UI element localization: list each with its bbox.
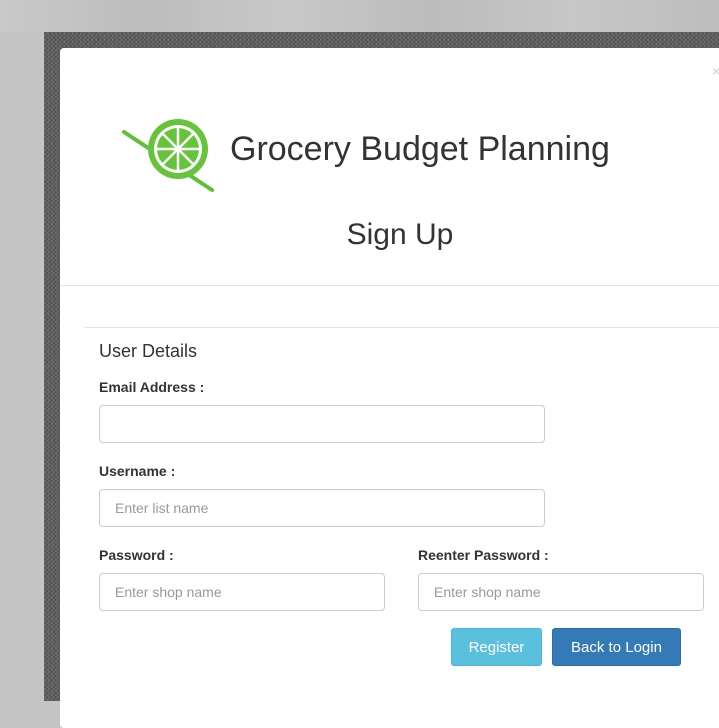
section-divider <box>84 327 719 328</box>
app-title: Grocery Budget Planning <box>230 129 610 168</box>
close-icon[interactable]: × <box>712 64 719 78</box>
password-label: Password : <box>99 547 174 563</box>
lime-slice-icon <box>120 106 216 192</box>
reenter-password-label: Reenter Password : <box>418 547 549 563</box>
register-button[interactable]: Register <box>451 628 542 666</box>
top-background-strip <box>0 0 719 32</box>
section-title-user-details: User Details <box>99 341 198 361</box>
email-field[interactable] <box>99 405 545 443</box>
brand-header: Grocery Budget Planning <box>120 106 610 192</box>
signup-modal: × Grocery Budget Planning Sign Up User D… <box>60 48 719 728</box>
username-label: Username : <box>99 463 176 479</box>
username-field[interactable] <box>99 489 545 527</box>
email-label: Email Address : <box>99 379 205 395</box>
header-divider <box>60 285 719 286</box>
password-field[interactable] <box>99 573 385 611</box>
page-title: Sign Up <box>346 218 454 251</box>
reenter-password-field[interactable] <box>418 573 704 611</box>
back-to-login-button[interactable]: Back to Login <box>552 628 681 666</box>
